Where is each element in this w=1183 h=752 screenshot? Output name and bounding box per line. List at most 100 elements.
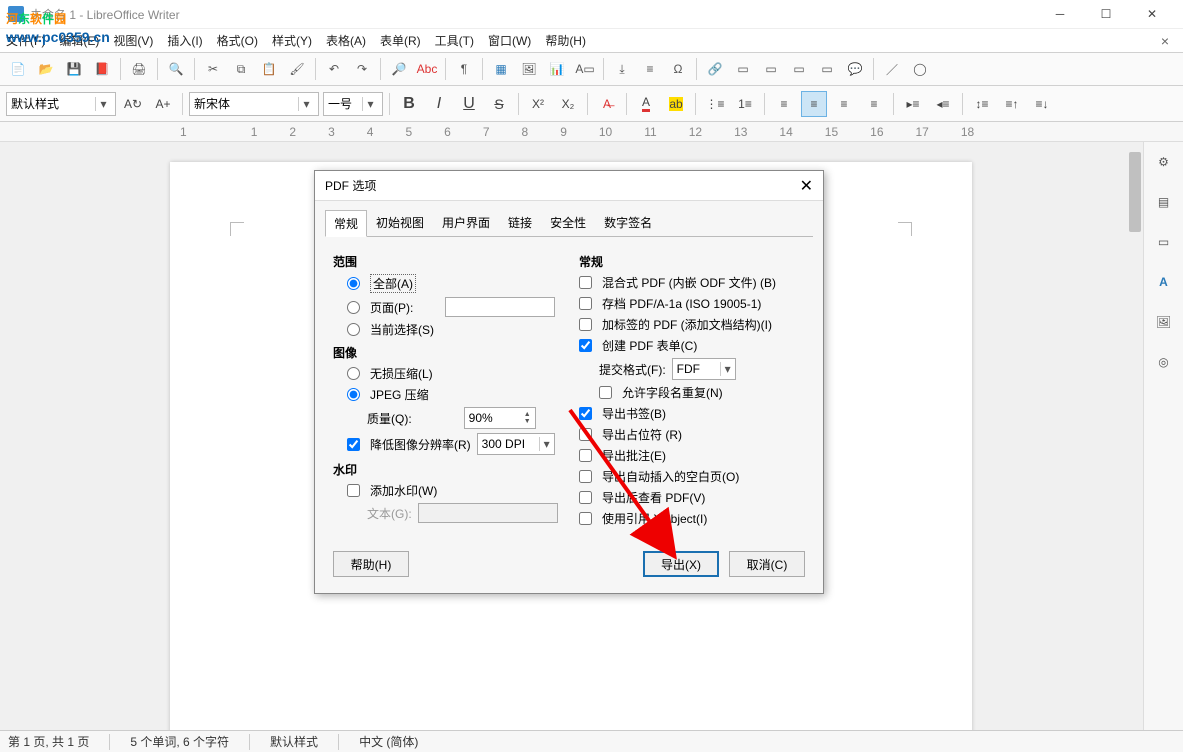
undo-icon[interactable]: ↶	[322, 57, 346, 81]
blankpages-checkbox[interactable]	[579, 470, 592, 483]
cut-icon[interactable]: ✂	[201, 57, 225, 81]
export-button[interactable]: 导出(X)	[643, 551, 719, 577]
submit-format-dropdown[interactable]: FDF▾	[672, 358, 736, 380]
range-all-radio[interactable]	[347, 277, 360, 290]
menu-tools[interactable]: 工具(T)	[435, 32, 474, 49]
hyperlink-icon[interactable]: 🔗	[703, 57, 727, 81]
menu-styles[interactable]: 样式(Y)	[272, 32, 312, 49]
tab-digital-sign[interactable]: 数字签名	[595, 209, 661, 236]
menu-window[interactable]: 窗口(W)	[488, 32, 531, 49]
reduce-res-checkbox[interactable]	[347, 438, 360, 451]
menu-form[interactable]: 表单(R)	[380, 32, 421, 49]
menu-help[interactable]: 帮助(H)	[545, 32, 586, 49]
textbox-icon[interactable]: A▭	[573, 57, 597, 81]
paste-icon[interactable]: 📋	[257, 57, 281, 81]
tab-security[interactable]: 安全性	[541, 209, 595, 236]
tab-initial-view[interactable]: 初始视图	[367, 209, 433, 236]
horizontal-ruler[interactable]: 1123456789101112131415161718	[0, 122, 1183, 142]
clear-format-button[interactable]: A̶	[594, 91, 620, 117]
image-icon[interactable]: 🖼	[517, 57, 541, 81]
spellcheck-icon[interactable]: Abc	[415, 57, 439, 81]
dpi-dropdown[interactable]: 300 DPI▾	[477, 433, 555, 455]
add-watermark-checkbox[interactable]	[347, 484, 360, 497]
quality-spin[interactable]: 90%▲▼	[464, 407, 536, 429]
print-preview-icon[interactable]: 🔍	[164, 57, 188, 81]
font-size-combo[interactable]: 一号▾	[323, 92, 383, 116]
sidebar-page-icon[interactable]: ▭	[1150, 228, 1178, 256]
vertical-scrollbar[interactable]	[1127, 142, 1143, 730]
maximize-button[interactable]: ☐	[1083, 0, 1129, 28]
menu-view[interactable]: 视图(V)	[113, 32, 153, 49]
para-spacing-dec-button[interactable]: ≡↓	[1029, 91, 1055, 117]
align-right-button[interactable]: ≡	[831, 91, 857, 117]
bookmark-icon[interactable]: ▭	[787, 57, 811, 81]
print-icon[interactable]: 🖨	[127, 57, 151, 81]
save-icon[interactable]: 💾	[62, 57, 86, 81]
table-icon[interactable]: ▦	[489, 57, 513, 81]
sidebar-gallery-icon[interactable]: 🖼	[1150, 308, 1178, 336]
bold-button[interactable]: B	[396, 91, 422, 117]
hybrid-checkbox[interactable]	[579, 276, 592, 289]
placeholders-checkbox[interactable]	[579, 428, 592, 441]
open-icon[interactable]: 📂	[34, 57, 58, 81]
bookmarks-checkbox[interactable]	[579, 407, 592, 420]
tagged-checkbox[interactable]	[579, 318, 592, 331]
tab-ui[interactable]: 用户界面	[433, 209, 499, 236]
endnote-icon[interactable]: ▭	[759, 57, 783, 81]
footnote-icon[interactable]: ▭	[731, 57, 755, 81]
menu-insert[interactable]: 插入(I)	[167, 32, 202, 49]
dialog-close-button[interactable]: ✕	[800, 176, 813, 196]
tab-general[interactable]: 常规	[325, 210, 367, 237]
highlight-button[interactable]: ab	[663, 91, 689, 117]
tab-links[interactable]: 链接	[499, 209, 541, 236]
crossref-icon[interactable]: ▭	[815, 57, 839, 81]
lossless-radio[interactable]	[347, 367, 360, 380]
jpeg-radio[interactable]	[347, 388, 360, 401]
update-style-icon[interactable]: A↻	[120, 91, 146, 117]
new-style-icon[interactable]: A+	[150, 91, 176, 117]
strike-button[interactable]: S	[486, 91, 512, 117]
pdfa-checkbox[interactable]	[579, 297, 592, 310]
scroll-thumb[interactable]	[1129, 152, 1141, 232]
doc-close-button[interactable]: ×	[1161, 33, 1177, 49]
indent-inc-button[interactable]: ▸≡	[900, 91, 926, 117]
copy-icon[interactable]: ⧉	[229, 57, 253, 81]
range-pages-radio[interactable]	[347, 301, 360, 314]
viewafter-checkbox[interactable]	[579, 491, 592, 504]
clone-format-icon[interactable]: 🖌	[285, 57, 309, 81]
sidebar-navigator-icon[interactable]: ◎	[1150, 348, 1178, 376]
export-pdf-icon[interactable]: 📕	[90, 57, 114, 81]
sidebar-settings-icon[interactable]: ⚙	[1150, 148, 1178, 176]
menu-table[interactable]: 表格(A)	[326, 32, 366, 49]
field-icon[interactable]: ≡	[638, 57, 662, 81]
font-color-button[interactable]: A	[633, 91, 659, 117]
pagebreak-icon[interactable]: ⤓	[610, 57, 634, 81]
dup-names-checkbox[interactable]	[599, 386, 612, 399]
shapes-icon[interactable]: ◯	[908, 57, 932, 81]
linespacing-button[interactable]: ↕≡	[969, 91, 995, 117]
close-button[interactable]: ✕	[1129, 0, 1175, 28]
bullets-button[interactable]: ⋮≡	[702, 91, 728, 117]
align-center-button[interactable]: ≡	[801, 91, 827, 117]
underline-button[interactable]: U	[456, 91, 482, 117]
find-icon[interactable]: 🔎	[387, 57, 411, 81]
subscript-button[interactable]: X₂	[555, 91, 581, 117]
status-page[interactable]: 第 1 页, 共 1 页	[8, 733, 89, 750]
align-left-button[interactable]: ≡	[771, 91, 797, 117]
specialchar-icon[interactable]: Ω	[666, 57, 690, 81]
status-lang[interactable]: 中文 (简体)	[359, 733, 418, 750]
xobject-checkbox[interactable]	[579, 512, 592, 525]
italic-button[interactable]: I	[426, 91, 452, 117]
create-form-checkbox[interactable]	[579, 339, 592, 352]
minimize-button[interactable]: ─	[1037, 0, 1083, 28]
comment-icon[interactable]: 💬	[843, 57, 867, 81]
help-button[interactable]: 帮助(H)	[333, 551, 409, 577]
menu-edit[interactable]: 编辑(E)	[59, 32, 99, 49]
range-selection-radio[interactable]	[347, 323, 360, 336]
align-justify-button[interactable]: ≡	[861, 91, 887, 117]
new-icon[interactable]: 📄	[6, 57, 30, 81]
formatting-marks-icon[interactable]: ¶	[452, 57, 476, 81]
sidebar-properties-icon[interactable]: ▤	[1150, 188, 1178, 216]
paragraph-style-combo[interactable]: 默认样式▾	[6, 92, 116, 116]
redo-icon[interactable]: ↷	[350, 57, 374, 81]
